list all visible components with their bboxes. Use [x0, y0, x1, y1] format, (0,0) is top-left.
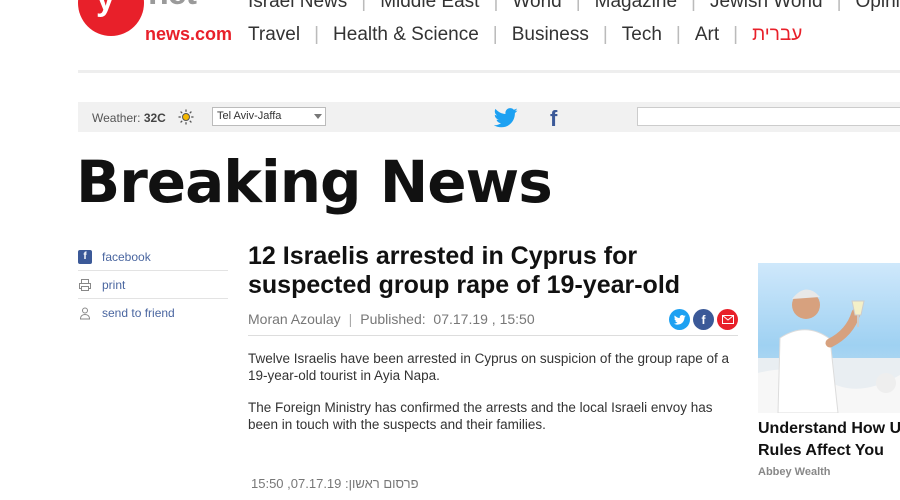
- share-send-label: send to friend: [102, 305, 175, 320]
- person-icon: [79, 307, 91, 319]
- page-heading: Breaking News: [76, 148, 553, 216]
- share-sidebar: f facebook print send to friend: [78, 243, 228, 326]
- nav-separator: |: [493, 0, 499, 12]
- ad-image[interactable]: [758, 263, 900, 413]
- published-date: 07.17.19 , 15:50: [433, 311, 535, 327]
- article-title: 12 Israelis arrested in Cyprus for suspe…: [248, 242, 681, 299]
- nav-business[interactable]: Business: [512, 24, 589, 46]
- nav-separator: |: [575, 0, 581, 12]
- article-byline: Moran Azoulay | Published: 07.17.19 , 15:5…: [248, 311, 535, 327]
- nav-israel-news[interactable]: Israel News: [248, 0, 347, 13]
- ad-source[interactable]: Abbey Wealth: [758, 466, 831, 478]
- published-label: Published:: [360, 311, 426, 327]
- header-divider: [78, 70, 900, 73]
- weather-label: Weather: 32C: [92, 111, 166, 125]
- nav-hebrew[interactable]: עברית: [752, 24, 802, 46]
- nav-jewish-world[interactable]: Jewish World: [710, 0, 823, 13]
- nav-separator: |: [314, 24, 320, 45]
- nav-magazine[interactable]: Magazine: [595, 0, 677, 13]
- ad-title-line: Understand How U: [758, 420, 900, 437]
- weather-bar: Weather: 32C Tel Aviv-Jaffa f: [78, 102, 900, 132]
- share-print[interactable]: print: [78, 271, 228, 299]
- sun-icon: [178, 109, 194, 125]
- nav-separator: |: [602, 24, 608, 45]
- article-paragraph: Twelve Israelis have been arrested in Cy…: [248, 351, 730, 383]
- nav-art[interactable]: Art: [695, 24, 719, 46]
- printer-icon: [79, 278, 91, 291]
- city-select[interactable]: Tel Aviv-Jaffa: [212, 107, 326, 126]
- share-facebook[interactable]: f facebook: [78, 243, 228, 271]
- nav-world[interactable]: World: [512, 0, 561, 13]
- article-divider: [248, 335, 738, 336]
- twitter-icon[interactable]: [494, 108, 518, 128]
- byline-separator: |: [348, 311, 353, 327]
- nav-health-science[interactable]: Health & Science: [333, 24, 479, 46]
- facebook-share-button[interactable]: f: [693, 309, 714, 330]
- chevron-down-icon: [314, 114, 322, 119]
- ad-title[interactable]: Understand How U Rules Affect You: [758, 418, 900, 462]
- logo-letter: y: [96, 0, 115, 19]
- search-input[interactable]: [637, 107, 900, 126]
- nav-separator: |: [836, 0, 842, 12]
- nav-separator: |: [691, 0, 696, 12]
- weather-temp: 32C: [143, 111, 166, 125]
- nav-separator: |: [675, 24, 681, 45]
- hebrew-published-date: פרסום ראשון: 07.17.19, 15:50: [251, 476, 419, 491]
- article-paragraph: The Foreign Ministry has confirmed the a…: [248, 400, 713, 432]
- facebook-icon: f: [701, 312, 706, 327]
- mail-share-button[interactable]: [717, 309, 738, 330]
- facebook-icon[interactable]: f: [550, 106, 557, 132]
- ad-photo-illustration: [758, 289, 900, 413]
- nav-separator: |: [492, 24, 498, 45]
- nav-separator: |: [361, 0, 367, 12]
- nav-middle-east[interactable]: Middle East: [380, 0, 479, 13]
- nav-opinion[interactable]: Opinion: [856, 0, 900, 13]
- twitter-icon: [673, 314, 686, 325]
- logo-domain: news.com: [145, 24, 233, 44]
- share-send-to-friend[interactable]: send to friend: [78, 299, 228, 326]
- mail-icon: [721, 315, 734, 324]
- share-facebook-label: facebook: [102, 249, 151, 264]
- ad-title-line: Rules Affect You: [758, 442, 884, 459]
- facebook-icon: f: [78, 249, 92, 264]
- nav-separator: |: [733, 24, 739, 45]
- site-logo[interactable]: y net news.com: [78, 0, 238, 50]
- nav-travel[interactable]: Travel: [248, 24, 300, 46]
- article-author[interactable]: Moran Azoulay: [248, 311, 341, 327]
- main-nav-row-1: Israel News | Middle East | World | Maga…: [248, 0, 900, 13]
- twitter-share-button[interactable]: [669, 309, 690, 330]
- logo-net: net: [148, 0, 197, 13]
- nav-tech[interactable]: Tech: [622, 24, 662, 46]
- weather-label-text: Weather:: [92, 111, 144, 125]
- share-print-label: print: [102, 277, 126, 292]
- article-share-buttons: f: [669, 309, 738, 330]
- main-nav-row-2: Travel | Health & Science | Business | T…: [248, 24, 802, 46]
- city-select-value: Tel Aviv-Jaffa: [217, 110, 282, 122]
